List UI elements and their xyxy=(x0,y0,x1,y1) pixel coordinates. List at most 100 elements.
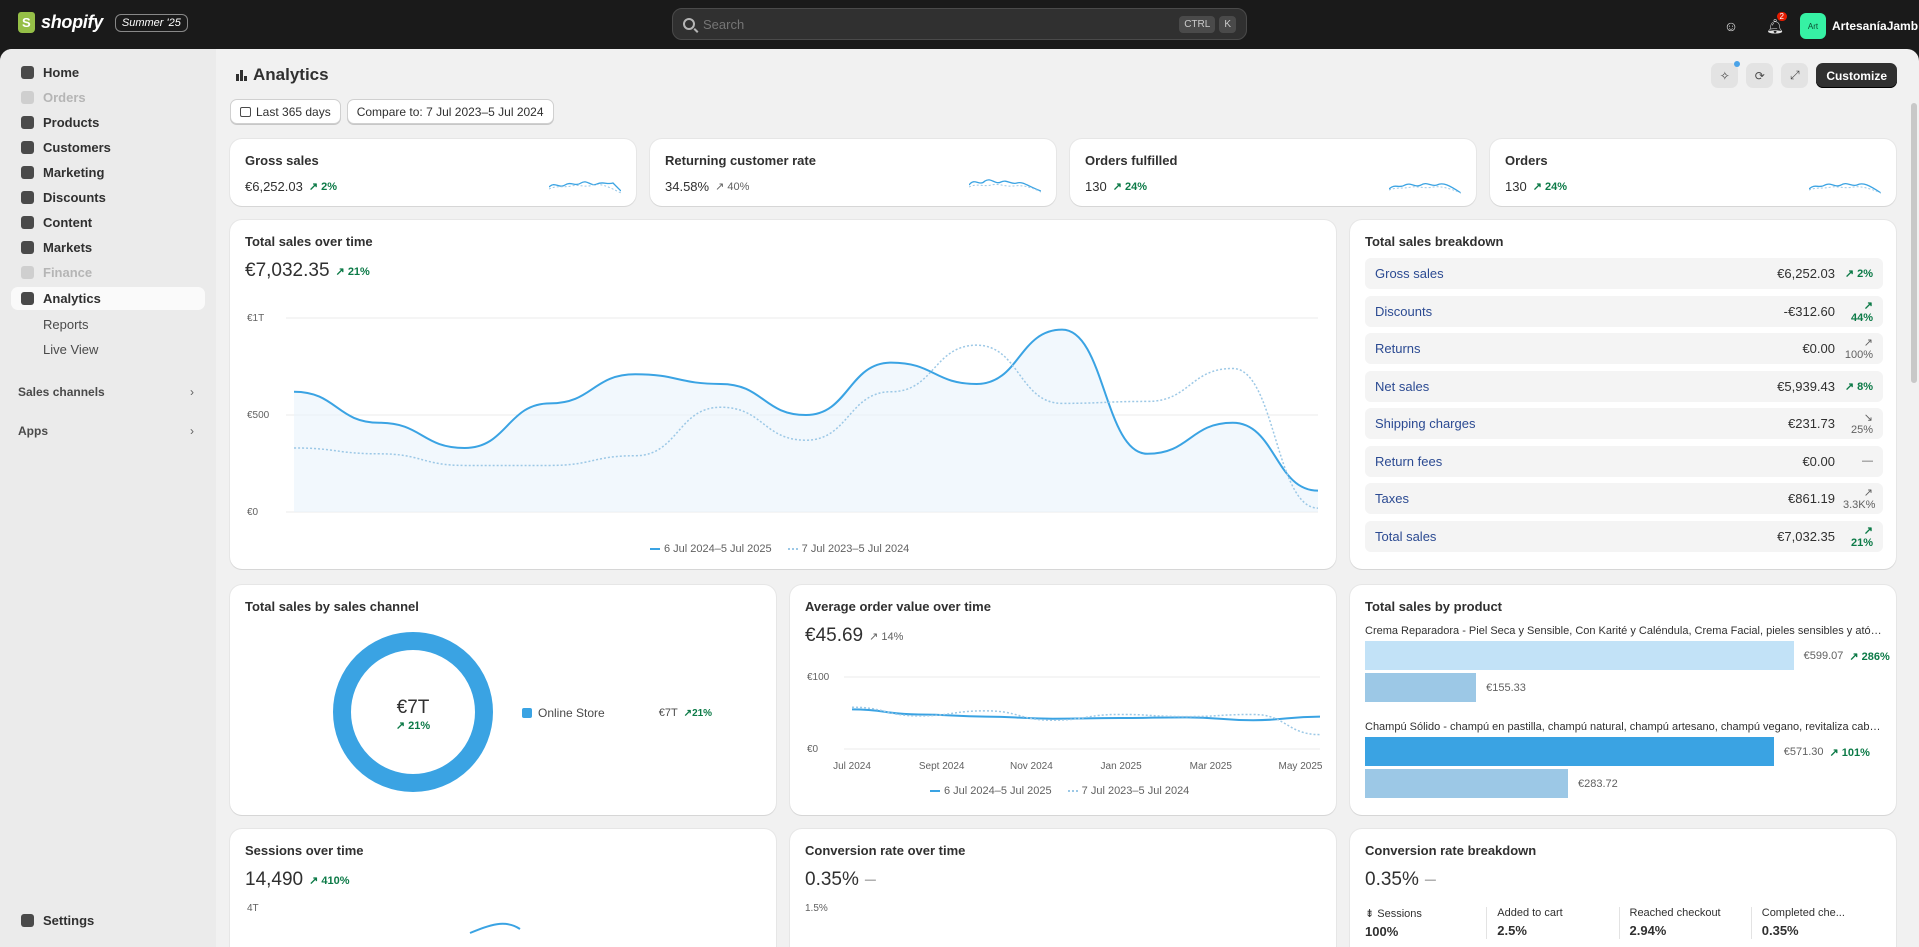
account-name: ArtesaníaJamb xyxy=(1832,19,1919,33)
sidebar-item-markets[interactable]: Markets xyxy=(11,236,205,259)
sidebar-item-content[interactable]: Content xyxy=(11,211,205,234)
content-icon xyxy=(21,216,34,229)
sidebar-item-orders[interactable]: Orders xyxy=(11,86,205,109)
metric-card-gross-sales[interactable]: Gross sales €6,252.03 ↗ 2% xyxy=(230,139,636,206)
sidebar-subitem-reports[interactable]: Reports xyxy=(43,317,89,332)
search-input[interactable] xyxy=(703,16,1176,32)
edition-badge[interactable]: Summer '25 xyxy=(114,13,188,32)
sidebar: Home Orders Products Customers Marketing… xyxy=(0,49,216,947)
account-menu[interactable]: Art ArtesaníaJamb xyxy=(1800,13,1918,39)
product-bar-label: €283.72 xyxy=(1577,778,1618,790)
breakdown-label[interactable]: Return fees xyxy=(1375,454,1802,469)
funnel-label: Reached checkout xyxy=(1629,907,1721,919)
breakdown-row[interactable]: Returns €0.00 ↗ 100% xyxy=(1365,333,1883,364)
discount-icon xyxy=(21,191,34,204)
sidebar-item-customers[interactable]: Customers xyxy=(11,136,205,159)
sidebar-item-marketing[interactable]: Marketing xyxy=(11,161,205,184)
breakdown-value: -€312.60 xyxy=(1783,303,1835,319)
change-up: ↗ 2% xyxy=(308,181,338,193)
funnel-value: 2.94% xyxy=(1629,923,1667,938)
breakdown-label[interactable]: Gross sales xyxy=(1375,266,1777,281)
metric-title: Returning customer rate xyxy=(665,153,816,168)
sales-by-product-card: Total sales by product Crema Reparadora … xyxy=(1350,585,1896,815)
metric-title: Orders xyxy=(1505,153,1548,168)
breakdown-label[interactable]: Net sales xyxy=(1375,379,1777,394)
legend-current[interactable]: 6 Jul 2024–5 Jul 2025 xyxy=(930,785,1052,797)
shopify-logo[interactable]: shopify Summer '25 xyxy=(18,12,188,33)
target-icon xyxy=(21,166,34,179)
sidebar-item-label: Customers xyxy=(43,140,111,155)
sidebar-item-label: Home xyxy=(43,65,80,80)
shopify-bag-icon xyxy=(18,12,35,33)
top-bar: shopify Summer '25 CTRL K ☺ 🔔︎ 2 Art Art… xyxy=(0,0,1919,49)
breakdown-row[interactable]: Taxes €861.19 ↗ 3.3K% xyxy=(1365,483,1883,514)
gear-icon xyxy=(21,914,34,927)
date-range-label: Last 365 days xyxy=(256,104,331,119)
breakdown-change: ↘ 25% xyxy=(1850,412,1873,436)
compare-button[interactable]: Compare to: 7 Jul 2023–5 Jul 2024 xyxy=(346,99,554,124)
breakdown-row[interactable]: Return fees €0.00 — xyxy=(1365,445,1883,477)
metric-card-returning-rate[interactable]: Returning customer rate 34.58% ↗ 40% xyxy=(650,139,1056,206)
product-bar-current[interactable] xyxy=(1365,737,1774,766)
breakdown-label[interactable]: Total sales xyxy=(1375,529,1777,544)
breakdown-value: €7,032.35 xyxy=(1777,528,1835,544)
breakdown-row[interactable]: Shipping charges €231.73 ↘ 25% xyxy=(1365,408,1883,439)
brand-name: shopify xyxy=(41,12,103,32)
breakdown-row[interactable]: Net sales €5,939.43 ↗ 8% xyxy=(1365,370,1883,402)
customize-button[interactable]: Customize xyxy=(1816,63,1897,88)
sidebar-item-analytics[interactable]: Analytics xyxy=(11,287,205,310)
legend-previous[interactable]: 7 Jul 2023–5 Jul 2024 xyxy=(787,543,909,555)
refresh-button[interactable]: ⟳ xyxy=(1746,63,1774,88)
fullscreen-button[interactable]: ⤢ xyxy=(1781,63,1809,88)
sidebar-item-settings[interactable]: Settings xyxy=(11,909,205,932)
breakdown-row[interactable]: Total sales €7,032.35 ↗ 21% xyxy=(1365,520,1883,552)
breakdown-label[interactable]: Taxes xyxy=(1375,491,1788,506)
breakdown-change: ↗ 100% xyxy=(1844,337,1873,361)
change-up: ↗ 24% xyxy=(1532,181,1568,193)
breakdown-label[interactable]: Discounts xyxy=(1375,304,1784,319)
donut-legend: Online Store €7T ↗21% xyxy=(522,706,712,720)
breakdown-row[interactable]: Discounts -€312.60 ↗ 44% xyxy=(1365,295,1883,327)
main-content: Analytics ✧ ⟳ ⤢ Customize Last 365 days … xyxy=(216,49,1919,947)
legend-current[interactable]: 6 Jul 2024–5 Jul 2025 xyxy=(650,543,772,555)
funnel-value: 2.5% xyxy=(1497,923,1527,938)
conversion-funnel: ⇟ Sessions 100% Added to cart 2.5% Reached… xyxy=(1365,907,1883,939)
scrollbar[interactable] xyxy=(1911,103,1917,383)
sidebar-subitem-live-view[interactable]: Live View xyxy=(43,342,98,357)
product-bar-previous[interactable] xyxy=(1365,673,1477,702)
sidebar-item-label: Analytics xyxy=(43,291,101,306)
sidebar-item-discounts[interactable]: Discounts xyxy=(11,186,205,209)
legend-previous[interactable]: 7 Jul 2023–5 Jul 2024 xyxy=(1067,785,1189,797)
apps-section[interactable]: Apps › xyxy=(18,424,194,438)
donut-center: €7T ↗ 21% xyxy=(332,697,494,732)
search-bar[interactable]: CTRL K xyxy=(672,8,1247,40)
sidebar-item-label: Content xyxy=(43,215,93,230)
card-title: Conversion rate breakdown xyxy=(1365,843,1537,858)
sidekick-icon[interactable]: ☺ xyxy=(1720,15,1742,37)
metric-value: 34.58% ↗ 40% xyxy=(665,179,750,194)
ai-insights-button[interactable]: ✧ xyxy=(1711,61,1741,88)
sales-channels-section[interactable]: Sales channels › xyxy=(18,385,194,399)
breakdown-row[interactable]: Gross sales €6,252.03 ↗ 2% xyxy=(1365,258,1883,289)
sidebar-item-products[interactable]: Products xyxy=(11,111,205,134)
series-area xyxy=(294,329,1318,512)
date-range-button[interactable]: Last 365 days xyxy=(230,99,341,124)
donut-center-value: €7T xyxy=(396,697,430,718)
breakdown-change: ↗ 3.3K% xyxy=(1843,487,1876,511)
sidebar-item-label: Orders xyxy=(43,90,86,105)
sidebar-item-finance[interactable]: Finance xyxy=(11,261,205,284)
breakdown-label[interactable]: Shipping charges xyxy=(1375,416,1788,431)
x-axis-tick: Jan 2025 xyxy=(1101,761,1143,772)
product-bar-previous[interactable] xyxy=(1365,769,1568,798)
breakdown-value: €0.00 xyxy=(1802,341,1835,356)
sidebar-item-home[interactable]: Home xyxy=(11,61,205,84)
aov-card: Average order value over time €45.69 ↗ 14… xyxy=(790,585,1336,815)
breakdown-label[interactable]: Returns xyxy=(1375,341,1802,356)
sales-by-channel-card: Total sales by sales channel €7T ↗ 21% O… xyxy=(230,585,776,815)
bell-icon[interactable]: 🔔︎ 2 xyxy=(1764,12,1787,37)
product-bar-current[interactable] xyxy=(1365,641,1794,670)
card-title: Average order value over time xyxy=(805,599,991,614)
metric-card-orders-fulfilled[interactable]: Orders fulfilled 130 ↗ 24% xyxy=(1070,139,1476,206)
metric-card-orders[interactable]: Orders 130 ↗ 24% xyxy=(1490,139,1896,206)
x-axis-tick: Nov 2024 xyxy=(1010,761,1053,772)
